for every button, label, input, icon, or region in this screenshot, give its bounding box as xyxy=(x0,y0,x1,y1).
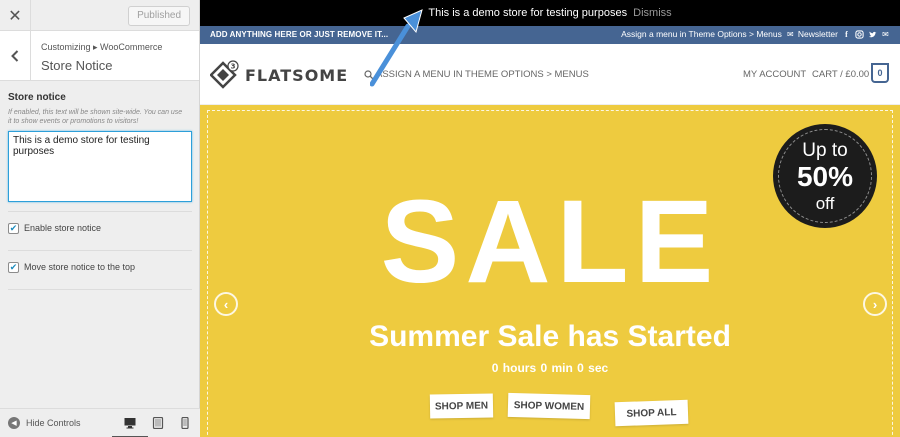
shop-women-button[interactable]: SHOP WOMEN xyxy=(507,392,591,420)
newsletter-link[interactable]: Newsletter xyxy=(798,29,838,39)
store-notice-text: This is a demo store for testing purpose… xyxy=(428,7,628,19)
divider xyxy=(8,250,192,251)
divider xyxy=(8,211,192,212)
customizer-footer: ◀ Hide Controls xyxy=(0,408,200,437)
move-notice-top-option[interactable]: ✔ Move store notice to the top xyxy=(8,254,191,280)
hide-controls-label: Hide Controls xyxy=(26,418,81,428)
section-title: Store Notice xyxy=(41,58,113,73)
top-bar-text: ADD ANYTHING HERE OR JUST REMOVE IT... xyxy=(210,30,389,39)
logo-text: FLATSOME xyxy=(245,65,349,85)
customizer-sidebar: ✕ Published Customizing ▸ WooCommerce St… xyxy=(0,0,200,437)
close-icon: ✕ xyxy=(8,7,22,25)
close-customizer-button[interactable]: ✕ xyxy=(0,0,31,31)
enable-store-notice-label: Enable store notice xyxy=(24,223,102,233)
search-icon[interactable] xyxy=(364,69,374,80)
top-bar-menu-hint[interactable]: Assign a menu in Theme Options > Menus xyxy=(621,29,782,39)
top-bar: ADD ANYTHING HERE OR JUST REMOVE IT... A… xyxy=(200,26,900,44)
store-notice-bar: This is a demo store for testing purpose… xyxy=(200,0,900,26)
site-preview: This is a demo store for testing purpose… xyxy=(200,0,900,437)
section-header: Customizing ▸ WooCommerce Store Notice xyxy=(0,31,199,81)
chevron-right-icon: › xyxy=(872,296,878,312)
chevron-left-icon xyxy=(11,50,19,62)
mobile-preview-icon[interactable] xyxy=(179,417,191,429)
slider-next-button[interactable]: › xyxy=(863,292,887,316)
facebook-icon[interactable]: f xyxy=(842,30,851,39)
move-notice-top-checkbox[interactable]: ✔ xyxy=(8,261,19,273)
shop-men-button[interactable]: SHOP MEN xyxy=(429,393,494,419)
main-nav[interactable]: ASSIGN A MENU IN THEME OPTIONS > MENUS xyxy=(364,69,589,80)
logo-badge: 3 xyxy=(231,63,236,71)
back-button[interactable] xyxy=(0,31,31,81)
collapse-icon: ◀ xyxy=(8,417,20,429)
hide-controls-button[interactable]: ◀ Hide Controls xyxy=(8,417,81,429)
nav-menu-hint[interactable]: ASSIGN A MENU IN THEME OPTIONS > MENUS xyxy=(376,69,589,80)
enable-store-notice-option[interactable]: ✔ Enable store notice xyxy=(8,215,191,241)
dismiss-link[interactable]: Dismiss xyxy=(633,7,672,19)
enable-store-notice-checkbox[interactable]: ✔ xyxy=(8,222,19,234)
section-controls: Store notice If enabled, this text will … xyxy=(0,81,199,290)
store-notice-description: If enabled, this text will be shown site… xyxy=(8,109,183,125)
slider-prev-button[interactable]: ‹ xyxy=(214,292,238,316)
store-notice-input[interactable] xyxy=(8,131,192,202)
sale-headline: SALE xyxy=(380,176,720,308)
tablet-preview-icon[interactable] xyxy=(152,417,164,429)
desktop-preview-icon[interactable] xyxy=(124,417,136,429)
top-bar-right: Assign a menu in Theme Options > Menus ✉… xyxy=(618,29,890,39)
instagram-icon[interactable] xyxy=(855,29,864,39)
flatsome-logo-icon: 3 xyxy=(210,60,239,89)
twitter-icon[interactable] xyxy=(868,30,877,39)
divider xyxy=(8,289,192,290)
email-icon[interactable]: ✉ xyxy=(881,30,890,39)
my-account-link[interactable]: MY ACCOUNT xyxy=(743,69,806,80)
cart-count-badge[interactable]: 0 xyxy=(871,63,889,83)
badge-up-to: Up to xyxy=(802,140,848,161)
site-logo[interactable]: 3 FLATSOME xyxy=(210,60,348,90)
sale-banner: Up to 50% off SALE Summer Sale has Start… xyxy=(200,105,900,437)
customizer-toolbar: ✕ Published xyxy=(0,0,199,31)
chevron-left-icon: ‹ xyxy=(223,296,229,312)
cart-link[interactable]: CART / £0.00 xyxy=(812,69,869,80)
published-button[interactable]: Published xyxy=(128,6,190,26)
breadcrumb: Customizing ▸ WooCommerce xyxy=(41,42,163,52)
site-header: 3 FLATSOME ASSIGN A MENU IN THEME OPTION… xyxy=(200,44,900,105)
store-notice-label: Store notice xyxy=(8,92,66,103)
shop-all-button[interactable]: SHOP ALL xyxy=(614,399,689,427)
sale-subtitle: Summer Sale has Started xyxy=(369,320,731,353)
move-notice-top-label: Move store notice to the top xyxy=(24,262,136,272)
countdown: 0 hours 0 min 0 sec xyxy=(491,361,609,375)
mail-icon: ✉ xyxy=(786,29,794,39)
